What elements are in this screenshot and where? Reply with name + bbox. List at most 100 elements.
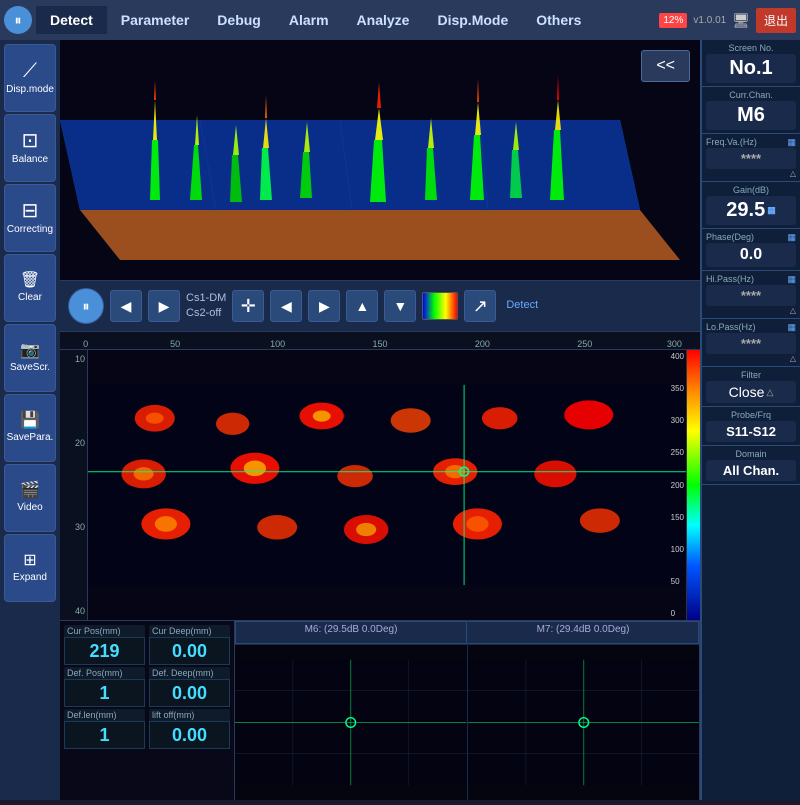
expand-icon: ⊞ <box>23 553 36 569</box>
def-deep-value: 0.00 <box>149 679 230 707</box>
menu-debug[interactable]: Debug <box>203 6 275 34</box>
data-row-2: Def. Pos(mm) 1 Def. Deep(mm) 0.00 <box>64 667 230 707</box>
curr-chan-label: Curr.Chan. <box>706 90 796 100</box>
phase-value: 0.0 <box>706 243 796 267</box>
screen-no-section: Screen No. No.1 <box>702 40 800 87</box>
control-pause-button[interactable]: ⏸ <box>68 288 104 324</box>
rscale-300: 300 <box>671 416 684 425</box>
detect-label: Detect <box>506 298 538 313</box>
scan-image: 400 350 300 250 200 150 100 50 0 <box>88 350 700 620</box>
def-pos-label: Def. Pos(mm) <box>64 667 145 679</box>
sidebar-btn-correcting[interactable]: ⊟ Correcting <box>4 184 56 252</box>
ruler-left-20: 20 <box>62 438 85 448</box>
def-len-value: 1 <box>64 721 145 749</box>
gain-label: Gain(dB) <box>706 185 796 195</box>
colorbar <box>422 292 458 320</box>
menu-right-section: 12% v1.0.01 🖥 退出 <box>659 8 800 33</box>
domain-value: All Chan. <box>706 460 796 481</box>
phase-label: Phase(Deg) <box>706 232 787 242</box>
channel-graphs <box>235 645 699 800</box>
monitor-icon: 🖥 <box>732 12 750 29</box>
next-icon: ▶ <box>159 298 170 315</box>
center-content: << ⏸ ◀ ▶ Cs1-DM Cs2-off ✛ ◀ ▶ ▲ ▼ ↗ Det <box>60 40 700 800</box>
freq-va-label: Freq.Va.(Hz) <box>706 137 787 147</box>
lopass-value: **** <box>706 333 796 354</box>
ruler-tick-250: 250 <box>577 339 592 349</box>
cur-deep-label: Cur Deep(mm) <box>149 625 230 637</box>
hipass-label: Hi.Pass(Hz) <box>706 274 787 284</box>
sidebar-label-balance: Balance <box>12 154 48 165</box>
m6-graph <box>235 645 468 800</box>
left-sidebar: ⟋ Disp.mode ⊡ Balance ⊟ Correcting 🗑 Cle… <box>0 40 60 800</box>
cur-pos-label: Cur Pos(mm) <box>64 625 145 637</box>
menu-dispmode[interactable]: Disp.Mode <box>423 6 522 34</box>
m7-graph <box>468 645 700 800</box>
freq-va-row: Freq.Va.(Hz) ▦ <box>706 137 796 148</box>
sidebar-label-savescr: SaveScr. <box>10 362 50 373</box>
probe-frq-section: Probe/Frq S11-S12 <box>702 407 800 446</box>
ruler-left-40: 40 <box>62 606 85 616</box>
def-deep-label: Def. Deep(mm) <box>149 667 230 679</box>
savescr-icon: 📷 <box>20 343 40 359</box>
step-fwd-button[interactable]: ▶ <box>308 290 340 322</box>
sidebar-btn-expand[interactable]: ⊞ Expand <box>4 534 56 602</box>
menu-alarm[interactable]: Alarm <box>275 6 343 34</box>
domain-label: Domain <box>706 449 796 459</box>
menu-analyze[interactable]: Analyze <box>343 6 424 34</box>
channel-headers: M6: (29.5dB 0.0Deg) M7: (29.4dB 0.0Deg) <box>235 621 699 645</box>
menu-others[interactable]: Others <box>522 6 595 34</box>
step-down-button[interactable]: ▼ <box>384 290 416 322</box>
lopass-section: Lo.Pass(Hz) ▦ **** △ <box>702 319 800 367</box>
ruler-tick-150: 150 <box>372 339 387 349</box>
exit-button[interactable]: 退出 <box>756 8 796 33</box>
next-button[interactable]: ▶ <box>148 290 180 322</box>
ruler-tick-50: 50 <box>170 339 180 349</box>
phase-row: Phase(Deg) ▦ <box>706 232 796 243</box>
menu-detect[interactable]: Detect <box>36 6 107 34</box>
ruler-tick-200: 200 <box>475 339 490 349</box>
rscale-50: 50 <box>671 577 684 586</box>
gain-section: Gain(dB) 29.5 ▦ <box>702 182 800 229</box>
sidebar-btn-savepara[interactable]: 💾 SavePara. <box>4 394 56 462</box>
scan-main: 0 50 100 150 200 250 300 10 20 30 40 <box>60 332 700 620</box>
lift-off-label: lift off(mm) <box>149 709 230 721</box>
phase-adj-icon: ▦ <box>787 232 796 243</box>
freq-va-section: Freq.Va.(Hz) ▦ **** △ <box>702 134 800 182</box>
menu-bar: ⏸ Detect Parameter Debug Alarm Analyze D… <box>0 0 800 40</box>
hipass-row: Hi.Pass(Hz) ▦ <box>706 274 796 285</box>
main-layout: ⟋ Disp.mode ⊡ Balance ⊟ Correcting 🗑 Cle… <box>0 40 800 800</box>
def-len-cell: Def.len(mm) 1 <box>64 709 145 749</box>
cur-deep-cell: Cur Deep(mm) 0.00 <box>149 625 230 665</box>
back-button[interactable]: << <box>641 50 690 82</box>
sidebar-btn-clear[interactable]: 🗑 Clear <box>4 254 56 322</box>
expand-arrow-button[interactable]: ↗ <box>464 290 496 322</box>
hipass-adj-icon: ▦ <box>787 274 796 285</box>
lopass-row: Lo.Pass(Hz) ▦ <box>706 322 796 333</box>
rscale-150: 150 <box>671 513 684 522</box>
sidebar-btn-balance[interactable]: ⊡ Balance <box>4 114 56 182</box>
sidebar-btn-dispmode[interactable]: ⟋ Disp.mode <box>4 44 56 112</box>
sidebar-btn-savescr[interactable]: 📷 SaveScr. <box>4 324 56 392</box>
cs1-label: Cs1-DM <box>186 291 226 306</box>
filter-section: Filter Close △ <box>702 367 800 407</box>
dispmode-icon: ⟋ <box>23 61 37 81</box>
step-up-button[interactable]: ▲ <box>346 290 378 322</box>
correcting-icon: ⊟ <box>22 201 39 221</box>
ruler-left-10: 10 <box>62 354 85 364</box>
clear-icon: 🗑 <box>20 273 40 289</box>
prev-button[interactable]: ◀ <box>110 290 142 322</box>
curr-chan-section: Curr.Chan. M6 <box>702 87 800 134</box>
pause-icon: ⏸ <box>15 12 22 29</box>
lopass-adj-icon: ▦ <box>787 322 796 333</box>
lift-off-cell: lift off(mm) 0.00 <box>149 709 230 749</box>
sidebar-btn-video[interactable]: 🎬 Video <box>4 464 56 532</box>
sidebar-label-expand: Expand <box>13 572 47 583</box>
pause-button[interactable]: ⏸ <box>4 6 32 34</box>
balance-icon: ⊡ <box>22 131 39 151</box>
move-icon-button[interactable]: ✛ <box>232 290 264 322</box>
gain-adj-icon: ▦ <box>767 205 776 216</box>
menu-parameter[interactable]: Parameter <box>107 6 204 34</box>
rscale-100: 100 <box>671 545 684 554</box>
filter-label: Filter <box>706 370 796 380</box>
step-back-button[interactable]: ◀ <box>270 290 302 322</box>
